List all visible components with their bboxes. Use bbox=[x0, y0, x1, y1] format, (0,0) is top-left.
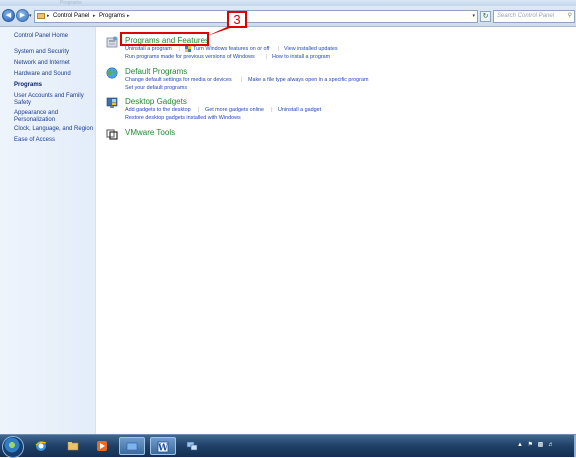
annotation-step-label: 3 bbox=[227, 11, 247, 28]
task-restore-desktop-gadgets[interactable]: Restore desktop gadgets installed with W… bbox=[125, 115, 241, 121]
taskbar-control-panel[interactable] bbox=[119, 437, 145, 455]
volume-icon[interactable]: ♬ bbox=[548, 442, 554, 448]
network-status-icon[interactable]: ▩ bbox=[538, 442, 544, 448]
taskbar-windows-explorer[interactable] bbox=[61, 437, 85, 455]
nav-hardware-and-sound[interactable]: Hardware and Sound bbox=[14, 71, 94, 78]
left-navigation-pane: Control Panel Home System and Security N… bbox=[0, 27, 96, 434]
control-panel-icon bbox=[126, 442, 138, 452]
windows-explorer-icon bbox=[67, 442, 79, 451]
taskbar-internet-explorer[interactable] bbox=[29, 437, 53, 455]
category-desktop-gadgets[interactable]: Desktop Gadgets bbox=[125, 97, 187, 106]
taskbar-media-player[interactable] bbox=[90, 437, 114, 455]
task-make-file-type-always-open[interactable]: Make a file type always open in a specif… bbox=[248, 77, 368, 83]
notification-area: ▲ ⚑ ▩ ♬ bbox=[514, 440, 554, 450]
network-icon bbox=[186, 441, 198, 451]
separator: | bbox=[271, 107, 273, 113]
nav-user-accounts-and-family-safety[interactable]: User Accounts and Family Safety bbox=[14, 93, 86, 107]
separator: | bbox=[241, 77, 243, 83]
category-default-programs[interactable]: Default Programs bbox=[125, 67, 187, 76]
annotation-arrow bbox=[207, 26, 233, 36]
nav-appearance-and-personalization[interactable]: Appearance and Personalization bbox=[14, 110, 74, 124]
task-add-gadgets-to-the-desktop[interactable]: Add gadgets to the desktop bbox=[125, 107, 191, 113]
nav-network-and-internet[interactable]: Network and Internet bbox=[14, 60, 94, 67]
task-get-more-gadgets-online[interactable]: Get more gadgets online bbox=[205, 107, 264, 113]
clock[interactable] bbox=[555, 438, 573, 453]
vmware-tools-icon bbox=[106, 129, 118, 140]
svg-text:W: W bbox=[157, 444, 169, 454]
nav-programs[interactable]: Programs bbox=[14, 82, 94, 89]
category-vmware-tools[interactable]: VMware Tools bbox=[125, 128, 175, 137]
task-set-your-default-programs[interactable]: Set your default programs bbox=[125, 85, 187, 91]
task-change-default-settings-for-media[interactable]: Change default settings for media or dev… bbox=[125, 77, 232, 83]
word-icon: W bbox=[157, 441, 169, 453]
nav-clock-language-and-region[interactable]: Clock, Language, and Region bbox=[14, 126, 94, 133]
task-uninstall-a-gadget[interactable]: Uninstall a gadget bbox=[278, 107, 321, 113]
taskbar-network[interactable] bbox=[180, 437, 204, 455]
taskbar: W ▲ ⚑ ▩ ♬ bbox=[0, 434, 576, 458]
start-button[interactable] bbox=[2, 436, 24, 458]
show-hidden-icons-icon[interactable]: ▲ bbox=[517, 442, 523, 448]
main-content: Programs and Features Uninstall a progra… bbox=[96, 27, 576, 434]
nav-ease-of-access[interactable]: Ease of Access bbox=[14, 137, 94, 144]
separator: | bbox=[198, 107, 200, 113]
action-center-flag-icon[interactable]: ⚑ bbox=[528, 442, 533, 448]
taskbar-word[interactable]: W bbox=[150, 437, 176, 455]
default-programs-icon bbox=[106, 67, 118, 79]
desktop-gadgets-icon bbox=[106, 97, 118, 108]
internet-explorer-icon bbox=[35, 441, 47, 451]
media-player-icon bbox=[97, 441, 107, 451]
